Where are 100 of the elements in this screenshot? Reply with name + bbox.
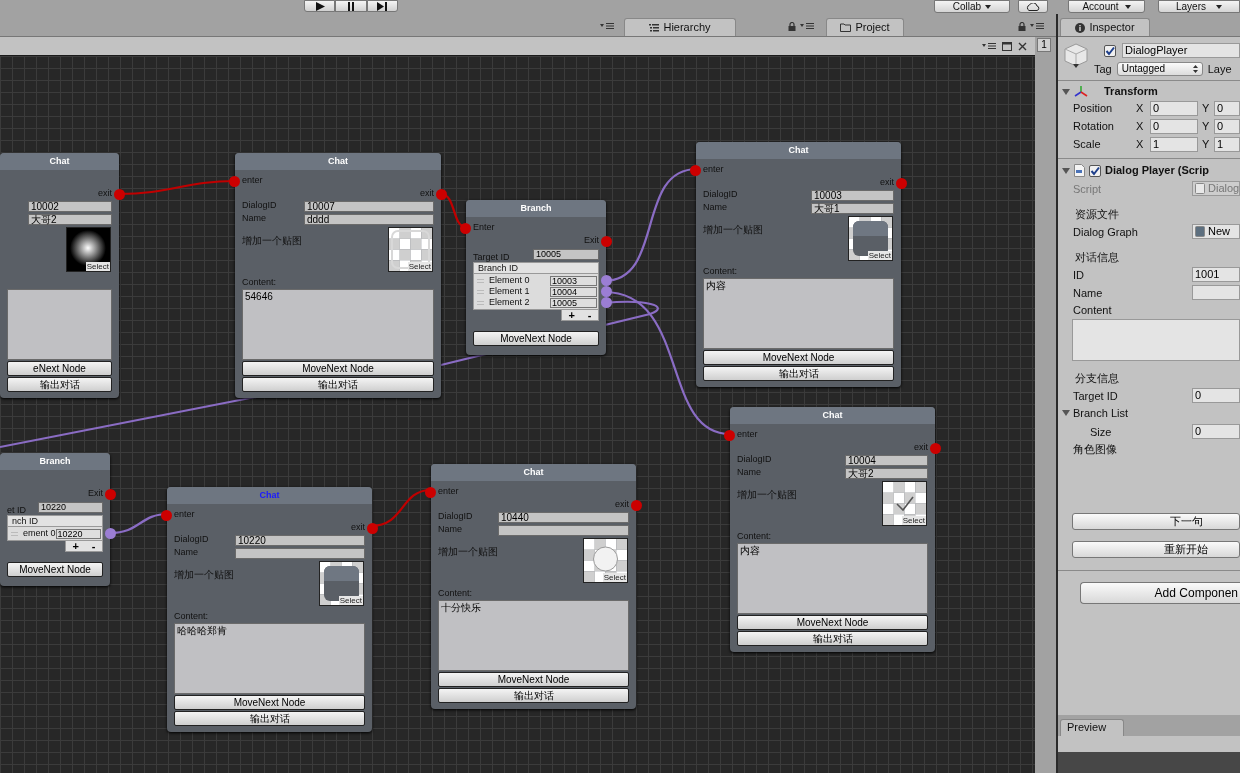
drag-handle-icon[interactable] [477, 289, 484, 294]
value-field[interactable]: 0 [1150, 118, 1198, 134]
output-port[interactable] [601, 275, 612, 286]
play-button[interactable] [304, 0, 336, 12]
output-port[interactable] [367, 523, 378, 534]
step-button[interactable] [366, 0, 398, 12]
node-graph-canvas[interactable] [0, 56, 1035, 773]
value-field[interactable]: 0 [1214, 118, 1240, 134]
cloud-button[interactable] [1018, 0, 1048, 13]
node-button[interactable]: MoveNext Node [473, 331, 599, 346]
list-header[interactable]: Branch ID [473, 262, 599, 274]
value-field[interactable]: 0 [1192, 387, 1240, 403]
component-title[interactable]: Transform [1104, 83, 1158, 100]
text-field[interactable]: 10004 [845, 454, 928, 466]
foldout-arrow-icon[interactable] [1062, 166, 1070, 175]
drag-handle-icon[interactable] [11, 531, 18, 536]
text-field[interactable]: 10440 [498, 511, 629, 523]
foldout-arrow-icon[interactable] [1062, 409, 1070, 417]
output-port[interactable] [601, 286, 612, 297]
add-element-button[interactable]: + [72, 541, 79, 551]
text-field[interactable]: 10003 [550, 275, 597, 286]
output-port[interactable] [105, 489, 116, 500]
chat-node[interactable]: Chat exit 10002 大哥2 Select eNext Node 输出对话 [0, 153, 119, 398]
pane-menu-icon[interactable] [982, 42, 996, 50]
remove-element-button[interactable]: - [91, 541, 96, 551]
node-button[interactable]: MoveNext Node [438, 672, 629, 687]
output-port[interactable] [436, 189, 447, 200]
text-field[interactable]: dddd [304, 213, 434, 225]
value-field[interactable]: 1 [1150, 136, 1198, 152]
texture-slot[interactable]: Select [882, 481, 927, 526]
output-port[interactable] [601, 297, 612, 308]
inspector-button[interactable]: 重新开始 [1072, 541, 1240, 558]
node-title-bar[interactable]: Chat [0, 153, 119, 170]
layer-badge[interactable]: 1 [1037, 38, 1051, 52]
node-button[interactable]: MoveNext Node [242, 361, 434, 376]
text-field[interactable]: 10220 [55, 528, 101, 539]
lock-icon[interactable] [1018, 22, 1026, 31]
node-button[interactable]: MoveNext Node [737, 615, 928, 630]
branch-node[interactable]: Branch Enter Exit Target ID 10005 Branch ID Element 0 10003 Element 1 10004 Element 2 10005 + - MoveNext Node [466, 200, 606, 355]
drag-handle-icon[interactable] [477, 300, 484, 305]
input-port[interactable] [229, 176, 240, 187]
input-port[interactable] [425, 487, 436, 498]
texture-slot[interactable]: Select [848, 216, 893, 261]
value-field[interactable]: 0 [1150, 100, 1198, 116]
input-port[interactable] [460, 223, 471, 234]
input-port[interactable] [724, 430, 735, 441]
tag-dropdown[interactable]: Untagged [1116, 62, 1203, 77]
texture-slot[interactable]: Select [319, 561, 364, 606]
drag-handle-icon[interactable] [477, 278, 484, 283]
text-field[interactable] [235, 547, 365, 559]
texture-slot[interactable]: Select [66, 227, 111, 272]
component-title[interactable]: Dialog Player (Scrip [1105, 162, 1209, 179]
node-button[interactable]: 输出对话 [7, 377, 112, 392]
lock-icon[interactable] [788, 22, 796, 31]
add-component-button[interactable]: Add Componen [1080, 582, 1240, 604]
content-text-area[interactable]: 十分快乐 [438, 600, 629, 671]
remove-element-button[interactable]: - [587, 310, 592, 320]
text-field[interactable]: 10007 [304, 200, 434, 212]
preview-tab[interactable]: Preview [1060, 719, 1124, 736]
pane-menu-icon[interactable] [1030, 22, 1044, 30]
value-field[interactable]: 0 [1214, 100, 1240, 116]
input-port[interactable] [161, 510, 172, 521]
value-field[interactable]: 1 [1214, 136, 1240, 152]
text-field[interactable]: 10005 [550, 297, 597, 308]
foldout-label[interactable]: Branch List [1073, 404, 1129, 422]
texture-slot[interactable]: Select [388, 227, 433, 272]
text-field[interactable]: 10004 [550, 286, 597, 297]
content-text-area[interactable]: 哈哈哈郑肯 [174, 623, 365, 694]
node-button[interactable]: 输出对话 [737, 631, 928, 646]
content-text-area[interactable]: 54646 [242, 289, 434, 360]
content-text-area[interactable]: 内容 [703, 278, 894, 349]
panel-tab[interactable]: Hierarchy [624, 18, 736, 36]
output-port[interactable] [930, 443, 941, 454]
add-element-button[interactable]: + [568, 310, 575, 320]
node-button[interactable]: MoveNext Node [174, 695, 365, 710]
select-label[interactable]: Select [901, 516, 926, 525]
text-field[interactable]: 10005 [533, 249, 599, 260]
object-field[interactable]: New [1192, 223, 1240, 239]
content-text-area[interactable] [7, 289, 112, 360]
node-button[interactable]: eNext Node [7, 361, 112, 376]
node-button[interactable]: 输出对话 [242, 377, 434, 392]
output-port[interactable] [896, 178, 907, 189]
value-field[interactable] [1192, 284, 1240, 300]
checkbox[interactable] [1089, 164, 1101, 177]
text-field[interactable] [498, 524, 629, 536]
text-field[interactable]: 10003 [811, 189, 894, 201]
node-title-bar[interactable]: Chat [696, 142, 901, 159]
node-button[interactable]: 输出对话 [438, 688, 629, 703]
layers-dropdown[interactable]: Layers [1158, 0, 1240, 13]
text-field[interactable]: 10220 [38, 502, 103, 513]
node-title-bar[interactable]: Branch [0, 453, 110, 470]
output-port[interactable] [114, 189, 125, 200]
node-title-bar[interactable]: Chat [235, 153, 441, 170]
value-field[interactable]: 0 [1192, 423, 1240, 439]
content-text-area[interactable]: 内容 [737, 543, 928, 614]
pane-menu-icon[interactable] [800, 22, 814, 30]
node-button[interactable]: MoveNext Node [703, 350, 894, 365]
checkbox[interactable] [1104, 44, 1116, 57]
list-header[interactable]: nch ID [7, 515, 103, 527]
select-label[interactable]: Select [85, 262, 110, 271]
